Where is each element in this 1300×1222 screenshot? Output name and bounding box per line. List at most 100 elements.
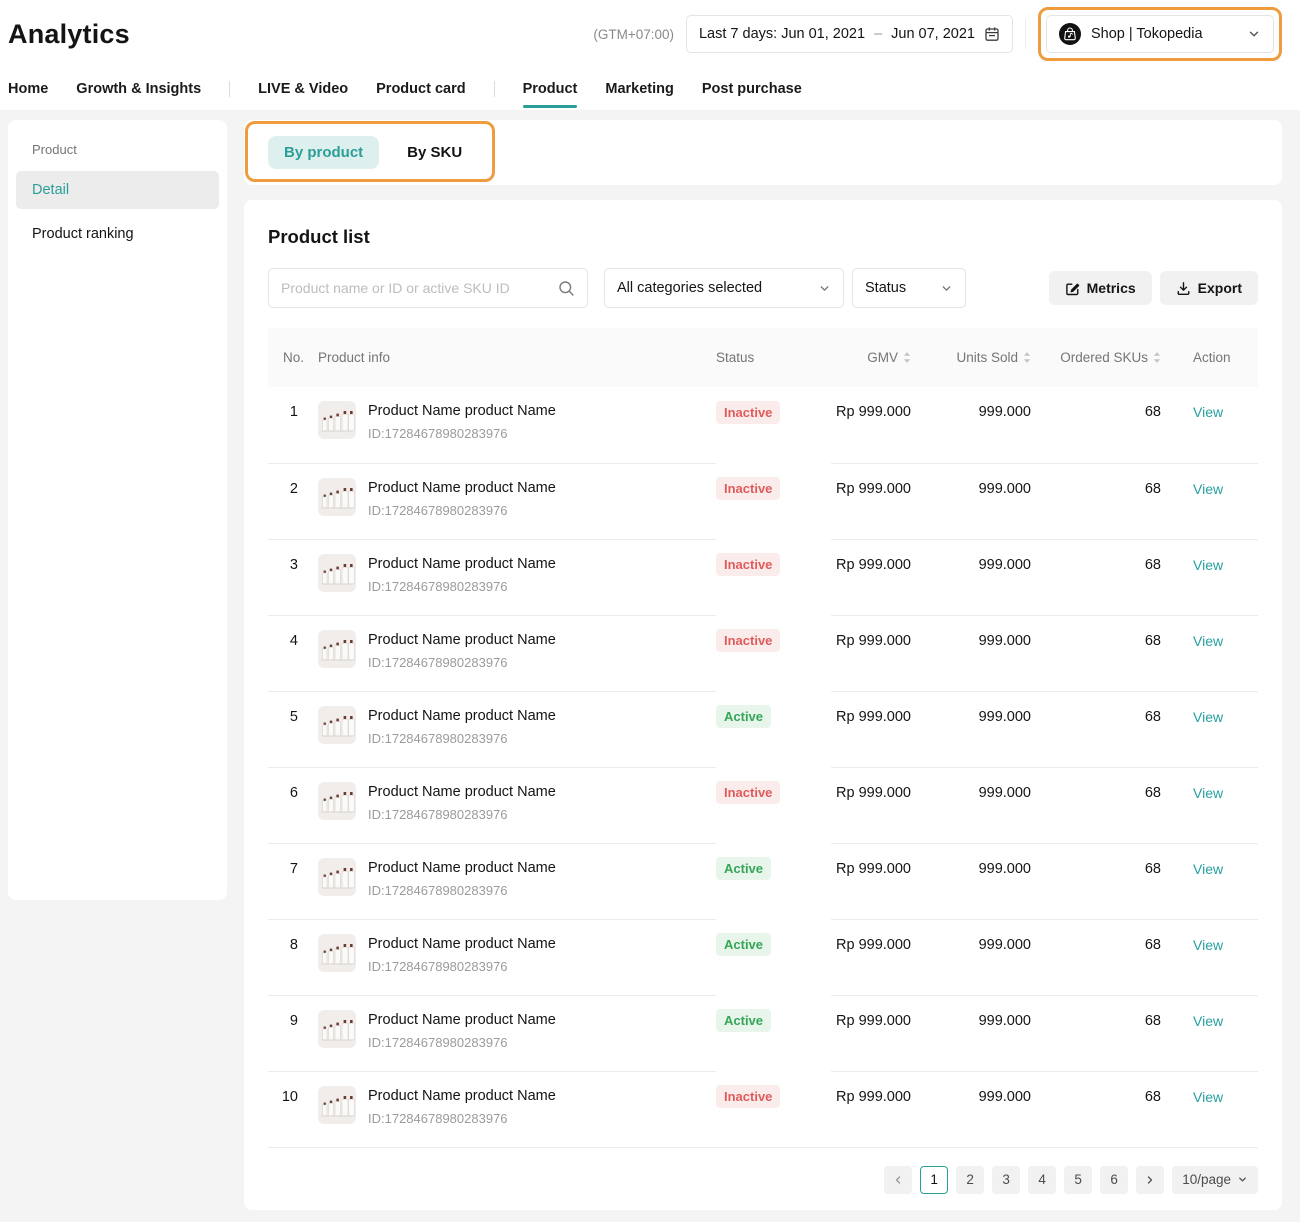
units-sold-value: 999.000 [911, 767, 1031, 843]
gmv-sort[interactable]: GMV [867, 350, 911, 365]
product-info-cell: Product Name product Name ID:17284678980… [318, 843, 716, 919]
view-link[interactable]: View [1193, 633, 1223, 649]
view-link[interactable]: View [1193, 1013, 1223, 1029]
col-gmv: GMV [831, 328, 911, 387]
date-range-picker[interactable]: Last 7 days: Jun 01, 2021 – Jun 07, 2021 [686, 15, 1013, 53]
view-tab[interactable]: By product [268, 136, 379, 169]
units-sold-value: 999.000 [911, 1071, 1031, 1147]
product-id: ID:17284678980283976 [368, 579, 556, 594]
prev-page-button[interactable] [884, 1166, 912, 1194]
view-link[interactable]: View [1193, 937, 1223, 953]
ordered-skus-value: 68 [1031, 463, 1161, 539]
view-link[interactable]: View [1193, 785, 1223, 801]
shop-selector[interactable]: Shop | Tokopedia [1046, 15, 1274, 53]
product-info-cell: Product Name product Name ID:17284678980… [318, 463, 716, 539]
nav-item[interactable]: Product [523, 68, 578, 110]
view-tab[interactable]: By SKU [407, 136, 462, 169]
sidebar-item[interactable]: Product ranking [16, 215, 219, 253]
page-button[interactable]: 6 [1100, 1166, 1128, 1194]
status-cell: Active [716, 843, 831, 919]
page-button[interactable]: 4 [1028, 1166, 1056, 1194]
date-range-label: Last 7 days: Jun 01, 2021 [699, 26, 865, 42]
gmv-value: Rp 999.000 [831, 539, 911, 615]
category-filter[interactable]: All categories selected [604, 268, 844, 308]
gmv-value: Rp 999.000 [831, 767, 911, 843]
page-button-label: 1 [930, 1172, 938, 1187]
product-name: Product Name product Name [368, 782, 556, 801]
gmv-value: Rp 999.000 [831, 691, 911, 767]
units-sold-value: 999.000 [911, 691, 1031, 767]
view-link[interactable]: View [1193, 861, 1223, 877]
gmv-value: Rp 999.000 [831, 1071, 911, 1147]
table-header: No. Product info Status GMV Units Sold [268, 328, 1258, 387]
chevron-down-icon [940, 282, 953, 295]
page-button-label: 4 [1038, 1172, 1046, 1187]
nav-item[interactable]: Post purchase [702, 68, 802, 110]
units-sold-value: 999.000 [911, 615, 1031, 691]
download-icon [1176, 281, 1191, 296]
action-cell: View [1161, 843, 1258, 919]
col-units-sold-label: Units Sold [956, 350, 1018, 365]
status-badge: Inactive [716, 781, 780, 804]
export-button[interactable]: Export [1160, 271, 1258, 305]
product-info-cell: Product Name product Name ID:17284678980… [318, 539, 716, 615]
table-row: 3 [268, 539, 1258, 615]
ordered-skus-value: 68 [1031, 539, 1161, 615]
search-input[interactable] [281, 280, 550, 296]
search-icon[interactable] [558, 280, 575, 297]
sidebar-item-label: Detail [32, 182, 69, 198]
product-id: ID:17284678980283976 [368, 1035, 556, 1050]
status-cell: Inactive [716, 539, 831, 615]
pagination: 1 2 3 4 5 [268, 1166, 1258, 1194]
app-header: Analytics (GTM+07:00) Last 7 days: Jun 0… [0, 0, 1300, 68]
units-sold-value: 999.000 [911, 463, 1031, 539]
status-filter-value: Status [865, 280, 906, 296]
page-button[interactable]: 3 [992, 1166, 1020, 1194]
view-link[interactable]: View [1193, 481, 1223, 497]
nav-item[interactable]: Marketing [605, 68, 674, 110]
status-filter[interactable]: Status [852, 268, 966, 308]
view-tab-label: By SKU [407, 144, 462, 161]
gmv-value: Rp 999.000 [831, 615, 911, 691]
product-search[interactable] [268, 268, 588, 308]
row-number: 10 [268, 1071, 318, 1147]
product-thumbnail [318, 782, 356, 820]
product-name: Product Name product Name [368, 858, 556, 877]
ordered-skus-value: 68 [1031, 767, 1161, 843]
product-name: Product Name product Name [368, 706, 556, 725]
page-button[interactable]: 1 [920, 1166, 948, 1194]
ordered-skus-sort[interactable]: Ordered SKUs [1060, 350, 1161, 365]
page-button[interactable]: 5 [1064, 1166, 1092, 1194]
gmv-value: Rp 999.000 [831, 919, 911, 995]
status-badge: Inactive [716, 629, 780, 652]
product-thumbnail [318, 401, 356, 439]
nav-item[interactable]: Home [8, 68, 48, 110]
next-page-button[interactable] [1136, 1166, 1164, 1194]
action-cell: View [1161, 691, 1258, 767]
units-sold-sort[interactable]: Units Sold [956, 350, 1031, 365]
view-link[interactable]: View [1193, 557, 1223, 573]
units-sold-value: 999.000 [911, 995, 1031, 1071]
table-row: 4 [268, 615, 1258, 691]
nav-item[interactable]: LIVE & Video [258, 68, 348, 110]
product-id: ID:17284678980283976 [368, 883, 556, 898]
view-link[interactable]: View [1193, 709, 1223, 725]
product-thumbnail [318, 1010, 356, 1048]
view-link[interactable]: View [1193, 1089, 1223, 1105]
chevron-left-icon [892, 1174, 904, 1186]
view-link[interactable]: View [1193, 404, 1223, 420]
nav-item-label: LIVE & Video [258, 81, 348, 97]
action-cell: View [1161, 767, 1258, 843]
sort-icon [1023, 351, 1031, 364]
page-button[interactable]: 2 [956, 1166, 984, 1194]
action-cell: View [1161, 1071, 1258, 1147]
page-button-label: 5 [1074, 1172, 1082, 1187]
nav-item[interactable]: Product card [376, 68, 465, 110]
product-id: ID:17284678980283976 [368, 1111, 556, 1126]
nav-item-label: Growth & Insights [76, 81, 201, 97]
metrics-button[interactable]: Metrics [1049, 271, 1152, 305]
product-name: Product Name product Name [368, 630, 556, 649]
nav-item[interactable]: Growth & Insights [76, 68, 201, 110]
sidebar-item[interactable]: Detail [16, 171, 219, 209]
page-size-select[interactable]: 10/page [1172, 1166, 1258, 1194]
